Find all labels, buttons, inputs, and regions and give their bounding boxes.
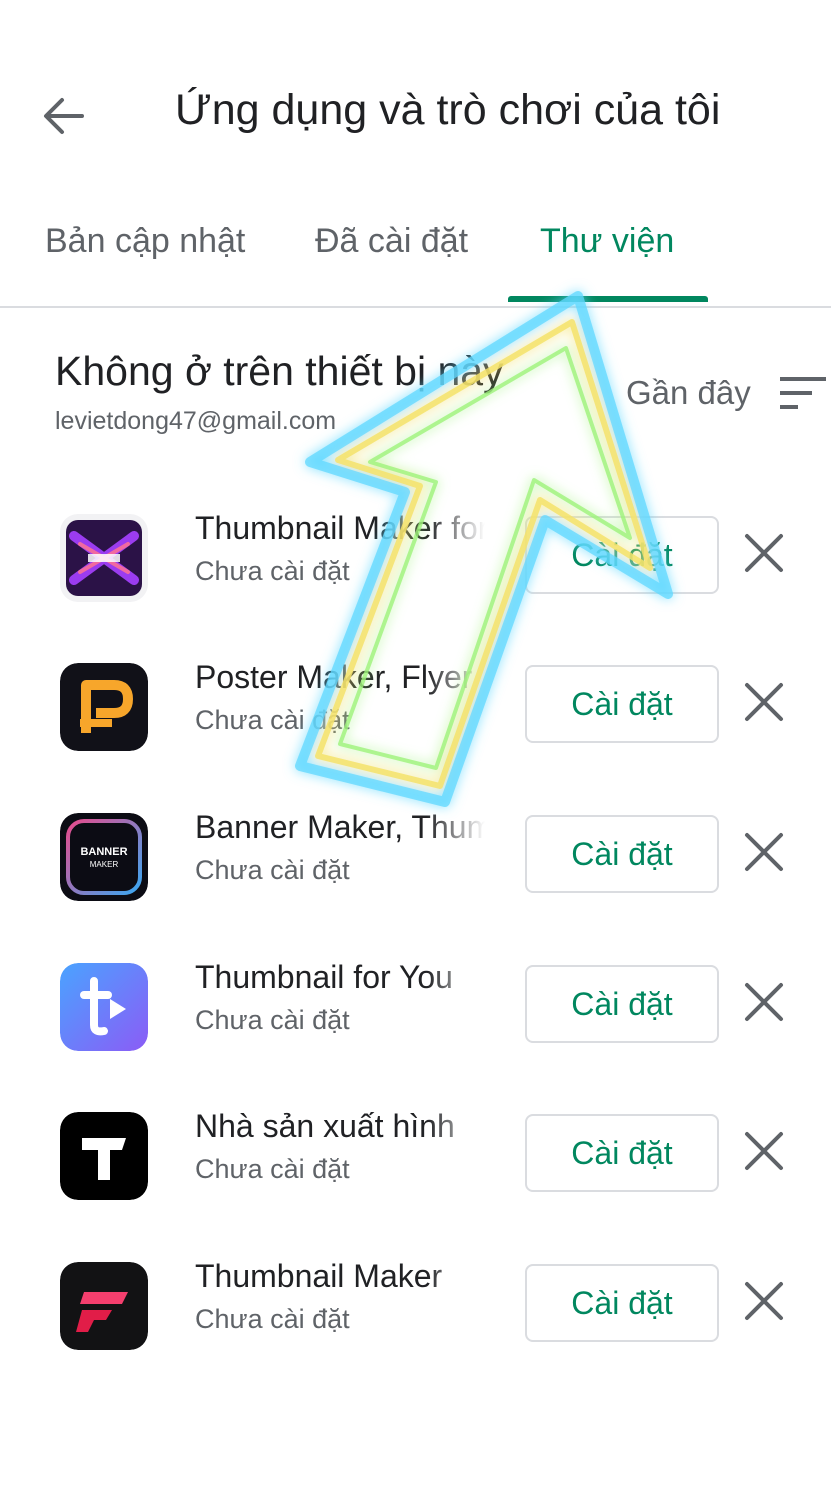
banner-maker-icon: BANNER MAKER xyxy=(60,813,148,901)
close-icon[interactable] xyxy=(743,1280,785,1322)
app-status: Chưa cài đặt xyxy=(195,1304,350,1334)
thumbnail-for-you-icon xyxy=(60,963,148,1051)
top-app-bar: Ứng dụng và trò chơi của tôi xyxy=(0,0,831,200)
install-button[interactable]: Cài đặt xyxy=(525,516,719,594)
close-icon[interactable] xyxy=(743,831,785,873)
tab-installed[interactable]: Đã cài đặt xyxy=(315,222,468,261)
poster-maker-icon xyxy=(60,663,148,751)
back-button[interactable] xyxy=(40,92,88,140)
active-tab-indicator xyxy=(508,296,708,302)
app-status: Chưa cài đặt xyxy=(195,556,350,586)
account-email: levietdong47@gmail.com xyxy=(55,407,337,435)
app-name: Thumbnail Maker xyxy=(195,1258,443,1294)
list-item[interactable]: BANNER MAKER Banner Maker, Thum Chưa cài… xyxy=(0,809,831,963)
app-name: Thumbnail for You xyxy=(195,959,453,995)
close-icon[interactable] xyxy=(743,681,785,723)
app-name: Poster Maker, Flyer xyxy=(195,659,473,695)
app-status: Chưa cài đặt xyxy=(195,855,350,885)
install-button[interactable]: Cài đặt xyxy=(525,665,719,743)
thumbnail-t-icon xyxy=(60,1112,148,1200)
close-icon[interactable] xyxy=(743,981,785,1023)
app-name: Nhà sản xuất hình xyxy=(195,1108,455,1144)
app-status: Chưa cài đặt xyxy=(195,705,350,735)
list-item[interactable]: Thumbnail Maker Chưa cài đặt Cài đặt xyxy=(0,1258,831,1412)
install-button[interactable]: Cài đặt xyxy=(525,815,719,893)
install-button[interactable]: Cài đặt xyxy=(525,1114,719,1192)
tab-bar: Bản cập nhật Đã cài đặt Thư viện xyxy=(0,210,831,308)
thumbnail-maker-icon xyxy=(60,514,148,602)
app-status: Chưa cài đặt xyxy=(195,1005,350,1035)
install-button[interactable]: Cài đặt xyxy=(525,1264,719,1342)
list-item[interactable]: Thumbnail for You Chưa cài đặt Cài đặt xyxy=(0,959,831,1113)
svg-text:BANNER: BANNER xyxy=(80,846,127,858)
install-button[interactable]: Cài đặt xyxy=(525,965,719,1043)
sort-dropdown[interactable]: Gần đây xyxy=(626,374,751,412)
list-item[interactable]: Thumbnail Maker for Chưa cài đặt Cài đặt xyxy=(0,510,831,664)
arrow-left-icon xyxy=(44,98,84,134)
section-title: Không ở trên thiết bị này xyxy=(55,348,504,394)
app-status: Chưa cài đặt xyxy=(195,1154,350,1184)
app-name: Banner Maker, Thum xyxy=(195,809,485,845)
app-name: Thumbnail Maker for xyxy=(195,510,485,546)
sort-icon[interactable] xyxy=(780,375,826,411)
page-title: Ứng dụng và trò chơi của tôi xyxy=(175,86,721,134)
tab-updates[interactable]: Bản cập nhật xyxy=(45,222,245,261)
close-icon[interactable] xyxy=(743,532,785,574)
list-item[interactable]: Poster Maker, Flyer Chưa cài đặt Cài đặt xyxy=(0,659,831,813)
thumbnail-maker-f-icon xyxy=(60,1262,148,1350)
close-icon[interactable] xyxy=(743,1130,785,1172)
list-item[interactable]: Nhà sản xuất hình Chưa cài đặt Cài đặt xyxy=(0,1108,831,1262)
svg-text:MAKER: MAKER xyxy=(90,860,119,869)
tab-library[interactable]: Thư viện xyxy=(540,222,674,261)
